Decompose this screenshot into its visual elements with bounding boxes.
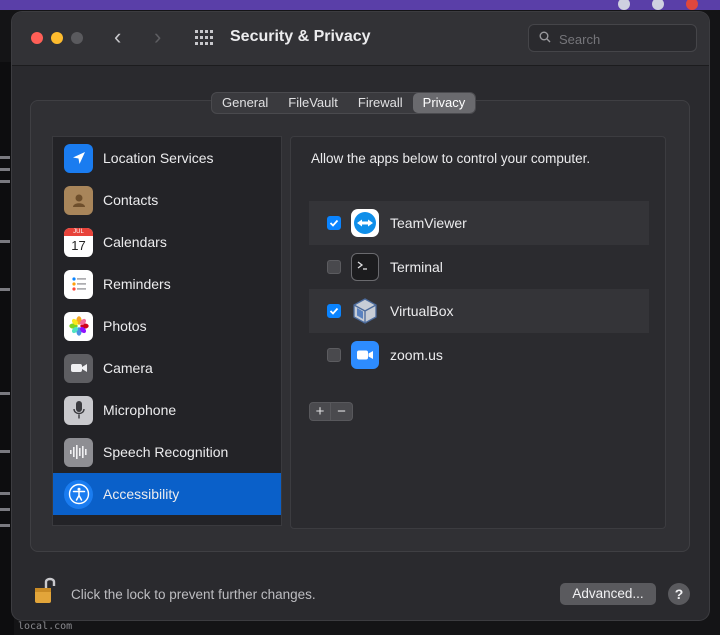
app-label: VirtualBox xyxy=(390,303,454,319)
tab-bar: General FileVault Firewall Privacy xyxy=(211,92,477,114)
checkmark-icon xyxy=(329,219,339,227)
sidebar-item-label: Microphone xyxy=(103,402,177,418)
unlocked-padlock-icon[interactable] xyxy=(34,575,56,605)
app-row-zoom[interactable]: zoom.us xyxy=(309,333,649,377)
sidebar-item-accessibility[interactable]: Accessibility xyxy=(53,473,281,515)
photos-icon xyxy=(64,311,93,341)
panel-description: Allow the apps below to control your com… xyxy=(311,151,591,166)
background-terminal-text: local.com xyxy=(18,621,73,632)
zoom-window-button[interactable] xyxy=(71,32,83,44)
sidebar-item-label: Calendars xyxy=(103,234,167,250)
lock-status-text: Click the lock to prevent further change… xyxy=(71,587,316,602)
sidebar-item-microphone[interactable]: Microphone xyxy=(53,389,281,431)
sidebar-item-label: Contacts xyxy=(103,192,159,208)
desktop-menu-bar xyxy=(0,0,720,10)
advanced-button[interactable]: Advanced... xyxy=(560,583,656,605)
accessibility-icon xyxy=(64,479,93,509)
waveform-icon xyxy=(64,437,93,467)
search-icon xyxy=(539,31,551,43)
sidebar-item-label: Camera xyxy=(103,360,153,376)
menu-bar-alert-icon[interactable] xyxy=(686,0,698,10)
forward-chevron-icon[interactable]: › xyxy=(154,26,161,48)
app-row-terminal[interactable]: Terminal xyxy=(309,245,649,289)
terminal-checkbox[interactable] xyxy=(327,260,341,274)
teamviewer-icon xyxy=(351,209,379,237)
add-app-button[interactable]: + xyxy=(309,402,331,421)
add-remove-controls: + − xyxy=(309,402,353,421)
sidebar-item-speech-recognition[interactable]: Speech Recognition xyxy=(53,431,281,473)
window-title: Security & Privacy xyxy=(230,28,371,45)
menu-bar-icon[interactable] xyxy=(652,0,664,10)
search-input[interactable] xyxy=(559,30,689,48)
back-chevron-icon[interactable]: ‹ xyxy=(114,26,121,48)
sidebar-item-label: Photos xyxy=(103,318,147,334)
sidebar-item-label: Speech Recognition xyxy=(103,444,229,460)
checkmark-icon xyxy=(329,307,339,315)
sidebar-item-reminders[interactable]: Reminders xyxy=(53,263,281,305)
menu-bar-icon[interactable] xyxy=(618,0,630,10)
sidebar-item-contacts[interactable]: Contacts xyxy=(53,179,281,221)
remove-app-button[interactable]: − xyxy=(331,402,353,421)
sidebar-item-label: Reminders xyxy=(103,276,171,292)
help-button[interactable]: ? xyxy=(668,583,690,605)
sidebar-item-camera[interactable]: Camera xyxy=(53,347,281,389)
sidebar-item-calendars[interactable]: JUL 17 Calendars xyxy=(53,221,281,263)
tab-filevault[interactable]: FileVault xyxy=(278,93,348,113)
sidebar-item-location-services[interactable]: Location Services xyxy=(53,137,281,179)
contacts-icon xyxy=(64,185,93,215)
location-arrow-icon xyxy=(64,143,93,173)
app-row-virtualbox[interactable]: VirtualBox xyxy=(309,289,649,333)
calendar-icon: JUL 17 xyxy=(64,227,93,257)
virtualbox-checkbox[interactable] xyxy=(327,304,341,318)
search-field[interactable] xyxy=(528,24,697,52)
minimize-window-button[interactable] xyxy=(51,32,63,44)
title-bar: ‹ › Security & Privacy xyxy=(12,12,709,66)
app-row-teamviewer[interactable]: TeamViewer xyxy=(309,201,649,245)
tab-privacy[interactable]: Privacy xyxy=(412,93,476,113)
virtualbox-icon xyxy=(351,297,379,325)
preferences-window: ‹ › Security & Privacy General FileVault… xyxy=(12,12,709,620)
show-all-grid-icon[interactable] xyxy=(195,30,213,46)
app-permissions-panel: Allow the apps below to control your com… xyxy=(290,136,666,529)
sidebar-item-label: Accessibility xyxy=(103,486,180,502)
close-window-button[interactable] xyxy=(31,32,43,44)
privacy-category-list: Location Services Contacts JUL 17 Calend… xyxy=(52,136,282,526)
tab-general[interactable]: General xyxy=(212,93,278,113)
allowed-apps-list[interactable]: TeamViewer Terminal VirtualBox zoom.us xyxy=(309,189,649,379)
menu-bar-icons xyxy=(618,0,698,10)
zoom-icon xyxy=(351,341,379,369)
terminal-icon xyxy=(351,253,379,281)
reminders-icon xyxy=(64,269,93,299)
camera-icon xyxy=(64,353,93,383)
app-label: TeamViewer xyxy=(390,215,467,231)
app-label: zoom.us xyxy=(390,347,443,363)
app-label: Terminal xyxy=(390,259,443,275)
tab-firewall[interactable]: Firewall xyxy=(348,93,413,113)
microphone-icon xyxy=(64,395,93,425)
sidebar-item-label: Location Services xyxy=(103,150,214,166)
zoom-checkbox[interactable] xyxy=(327,348,341,362)
sidebar-item-photos[interactable]: Photos xyxy=(53,305,281,347)
teamviewer-checkbox[interactable] xyxy=(327,216,341,230)
